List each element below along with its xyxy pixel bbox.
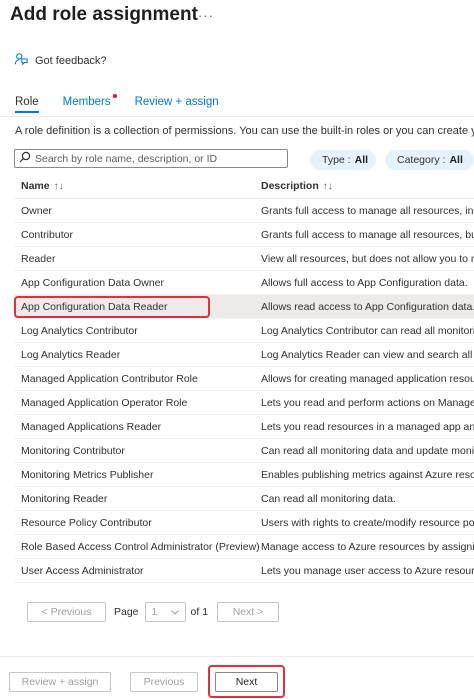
tab-review-assign[interactable]: Review + assign <box>135 96 219 113</box>
table-row[interactable]: Monitoring Reader Can read all monitoring… <box>14 487 474 511</box>
search-input[interactable] <box>35 150 283 167</box>
footer-divider <box>0 656 474 657</box>
role-description: Manage access to Azure resources by assi… <box>261 540 474 553</box>
category-filter-label: Category : <box>397 154 446 166</box>
role-name: Managed Application Contributor Role <box>21 372 198 385</box>
role-name: Monitoring Reader <box>21 492 108 505</box>
required-indicator-icon <box>112 94 117 98</box>
more-options-icon[interactable]: ··· <box>198 8 214 23</box>
role-name: Managed Application Operator Role <box>21 396 188 409</box>
column-description-label: Description <box>261 180 319 192</box>
role-description: Grants full access to manage all resourc… <box>261 228 474 241</box>
type-filter-value: All <box>354 154 369 166</box>
page-label: Page <box>114 606 139 618</box>
column-header-description[interactable]: Description ↑↓ <box>261 180 474 192</box>
tab-members-label: Members <box>62 96 111 108</box>
role-name: User Access Administrator <box>21 564 144 577</box>
table-row[interactable]: Monitoring Contributor Can read all monit… <box>14 439 474 463</box>
role-name: Owner <box>21 204 52 217</box>
feedback-label: Got feedback? <box>35 54 107 67</box>
role-name: Contributor <box>21 228 73 241</box>
tab-role[interactable]: Role <box>15 96 39 113</box>
table-row-selected[interactable]: App Configuration Data Reader Allows read… <box>14 295 474 319</box>
table-row[interactable]: Reader View all resources, but does not a… <box>14 247 474 271</box>
category-filter-value: All <box>449 154 463 166</box>
role-description: Enables publishing metrics against Azure… <box>261 468 474 481</box>
role-name: App Configuration Data Owner <box>21 276 164 289</box>
role-name: Managed Applications Reader <box>21 420 162 433</box>
column-name-label: Name <box>21 180 50 192</box>
table-row[interactable]: Managed Application Operator Role Lets yo… <box>14 391 474 415</box>
role-description: Can read all monitoring data. <box>261 492 396 505</box>
previous-button[interactable]: Previous <box>130 672 198 692</box>
role-name: App Configuration Data Reader <box>21 300 168 313</box>
previous-page-button[interactable]: < Previous <box>27 602 106 622</box>
role-description: Lets you manage user access to Azure res… <box>261 564 474 577</box>
role-name: Log Analytics Contributor <box>21 324 138 337</box>
feedback-link[interactable]: Got feedback? <box>14 52 107 69</box>
role-search-box[interactable] <box>14 149 288 168</box>
chevron-down-icon <box>170 606 179 618</box>
table-row[interactable]: Monitoring Metrics Publisher Enables publ… <box>14 463 474 487</box>
search-icon <box>19 151 31 166</box>
table-row[interactable]: App Configuration Data Owner Allows full … <box>14 271 474 295</box>
column-header-name[interactable]: Name ↑↓ <box>14 180 261 192</box>
sort-icon: ↑↓ <box>53 181 64 192</box>
tab-members[interactable]: Members <box>62 94 117 113</box>
page-select-value: 1 <box>151 606 158 618</box>
next-button[interactable]: Next <box>215 672 278 692</box>
role-description-text: A role definition is a collection of per… <box>15 125 474 137</box>
role-description: Allows for creating managed application … <box>261 372 474 385</box>
review-assign-button[interactable]: Review + assign <box>9 672 111 692</box>
table-header: Name ↑↓ Description ↑↓ <box>14 174 474 199</box>
table-row[interactable]: User Access Administrator Lets you manage… <box>14 559 474 583</box>
page-select[interactable]: 1 <box>144 602 186 622</box>
tab-divider <box>0 116 474 117</box>
role-description: Lets you read resources in a managed app… <box>261 420 474 433</box>
page-count-label: of 1 <box>190 606 209 618</box>
role-description: Log Analytics Contributor can read all m… <box>261 324 474 337</box>
role-name: Monitoring Contributor <box>21 444 125 457</box>
table-row[interactable]: Managed Applications Reader Lets you read… <box>14 415 474 439</box>
table-row[interactable]: Role Based Access Control Administrator … <box>14 535 474 559</box>
table-row[interactable]: Managed Application Contributor Role Allo… <box>14 367 474 391</box>
role-name: Resource Policy Contributor <box>21 516 152 529</box>
feedback-icon <box>14 52 28 69</box>
role-description: Log Analytics Reader can view and search… <box>261 348 474 361</box>
tab-bar: Role Members Review + assign <box>15 94 243 113</box>
role-name: Role Based Access Control Administrator … <box>21 540 260 553</box>
role-description: Users with rights to create/modify resou… <box>261 516 474 529</box>
pagination: < Previous Page 1 of 1 Next > <box>27 602 280 622</box>
table-row[interactable]: Log Analytics Contributor Log Analytics C… <box>14 319 474 343</box>
page-title: Add role assignment <box>10 4 198 25</box>
table-row[interactable]: Contributor Grants full access to manage … <box>14 223 474 247</box>
type-filter-label: Type : <box>322 154 351 166</box>
category-filter-pill[interactable]: Category : All <box>385 150 474 170</box>
table-row[interactable]: Owner Grants full access to manage all re… <box>14 199 474 223</box>
next-page-button[interactable]: Next > <box>217 602 280 622</box>
table-row[interactable]: Log Analytics Reader Log Analytics Reader… <box>14 343 474 367</box>
sort-icon: ↑↓ <box>322 181 333 192</box>
role-description: View all resources, but does not allow y… <box>261 252 474 265</box>
role-name: Log Analytics Reader <box>21 348 121 361</box>
role-description: Grants full access to manage all resourc… <box>261 204 474 217</box>
table-row[interactable]: Resource Policy Contributor Users with ri… <box>14 511 474 535</box>
role-description: Lets you read and perform actions on Man… <box>261 396 474 409</box>
roles-table: Name ↑↓ Description ↑↓ Owner Grants full ac… <box>14 174 474 583</box>
role-name: Reader <box>21 252 56 265</box>
role-description: Allows read access to App Configuration … <box>261 300 474 313</box>
role-name: Monitoring Metrics Publisher <box>21 468 154 481</box>
role-description: Can read all monitoring data and update … <box>261 444 474 457</box>
role-description: Allows full access to App Configuration … <box>261 276 468 289</box>
type-filter-pill[interactable]: Type : All <box>310 150 376 170</box>
